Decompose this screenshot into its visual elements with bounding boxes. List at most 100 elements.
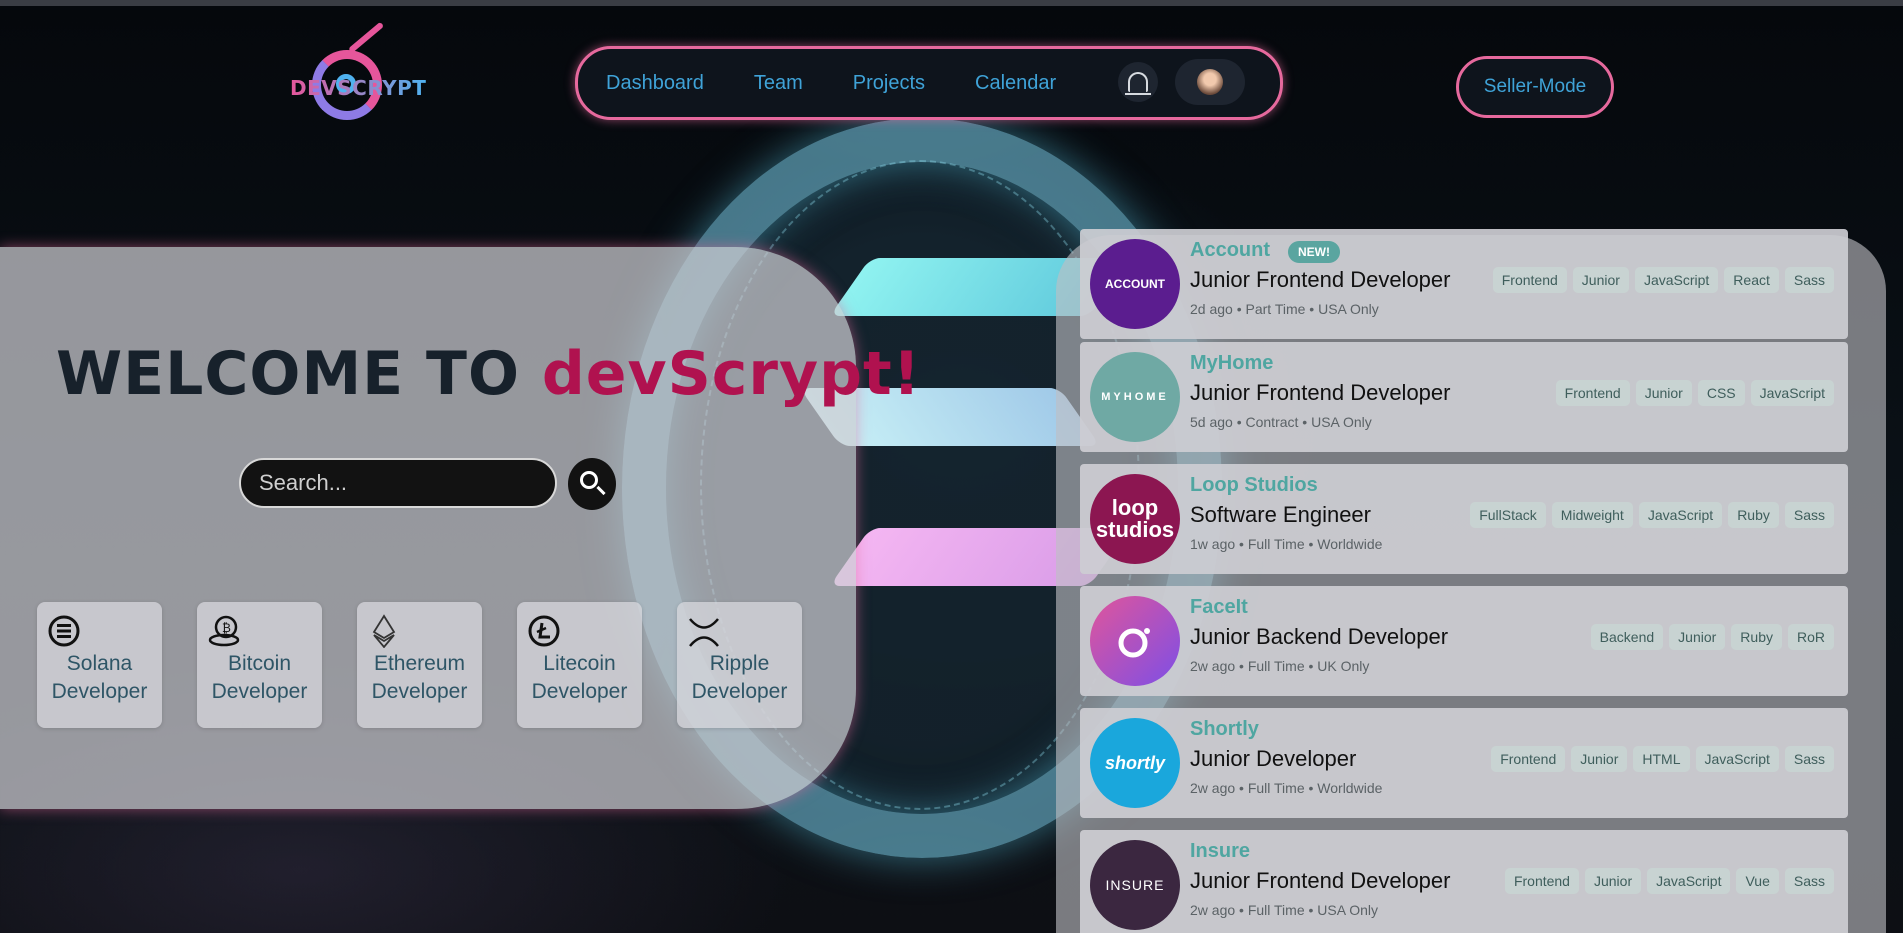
job-position[interactable]: Junior Developer: [1190, 746, 1356, 772]
tag[interactable]: Junior: [1669, 624, 1726, 650]
tag[interactable]: Sass: [1784, 868, 1834, 894]
job-card[interactable]: shortly Shortly Junior Developer 2w ago …: [1080, 708, 1848, 818]
category-solana[interactable]: Solana Developer: [37, 602, 162, 728]
tag[interactable]: Frontend: [1492, 267, 1567, 293]
tag[interactable]: CSS: [1697, 380, 1745, 406]
profile-button[interactable]: [1175, 59, 1245, 105]
bell-icon: [1125, 72, 1151, 95]
tag[interactable]: RoR: [1787, 624, 1834, 650]
hero-panel: WELCOME TO devScrypt! Solana Developer ₿ …: [0, 247, 920, 809]
category-line1: Ethereum: [373, 652, 466, 675]
tag[interactable]: Sass: [1784, 746, 1834, 772]
search-button[interactable]: [568, 458, 616, 510]
notifications-button[interactable]: [1118, 62, 1158, 102]
job-meta: 2d ago • Part Time • USA Only: [1190, 301, 1379, 317]
title-brand: devScrypt!: [541, 339, 922, 409]
tag[interactable]: Ruby: [1728, 502, 1779, 528]
new-badge: NEW!: [1288, 241, 1340, 263]
avatar: [1197, 69, 1223, 95]
main-nav: Dashboard Team Projects Calendar: [575, 46, 1283, 120]
company-name[interactable]: MyHome: [1190, 352, 1273, 375]
company-logo: INSURE: [1090, 840, 1180, 930]
title-prefix: WELCOME TO: [56, 339, 542, 409]
job-position[interactable]: Junior Backend Developer: [1190, 624, 1448, 650]
tag[interactable]: Midweight: [1551, 502, 1633, 528]
company-logo: ACCOUNT: [1090, 239, 1180, 329]
job-card[interactable]: ACCOUNT Account NEW! Junior Frontend Dev…: [1080, 229, 1848, 339]
faceit-logo-icon: [1118, 628, 1150, 658]
job-meta: 1w ago • Full Time • Worldwide: [1190, 536, 1383, 552]
solana-icon: [48, 615, 80, 647]
logo-text: DEVSCRYPT: [290, 76, 427, 100]
job-tags: Frontend Junior HTML JavaScript Sass: [1491, 746, 1834, 772]
job-tags: Frontend Junior JavaScript Vue Sass: [1504, 868, 1834, 894]
company-logo: shortly: [1090, 718, 1180, 808]
company-name[interactable]: Account: [1190, 239, 1270, 262]
tag[interactable]: JavaScript: [1750, 380, 1834, 406]
tag[interactable]: Sass: [1784, 267, 1834, 293]
tag[interactable]: Backend: [1590, 624, 1664, 650]
job-position[interactable]: Junior Frontend Developer: [1190, 380, 1450, 406]
tag[interactable]: Ruby: [1731, 624, 1782, 650]
job-card[interactable]: FaceIt Junior Backend Developer 2w ago •…: [1080, 586, 1848, 696]
tag[interactable]: Junior: [1571, 746, 1628, 772]
tag[interactable]: JavaScript: [1634, 267, 1719, 293]
search-icon-handle: [596, 485, 606, 496]
job-meta: 2w ago • Full Time • USA Only: [1190, 902, 1378, 918]
litecoin-icon: [528, 615, 560, 647]
tag[interactable]: Frontend: [1555, 380, 1630, 406]
page-title: WELCOME TO devScrypt!: [56, 339, 921, 409]
nav-projects[interactable]: Projects: [853, 72, 925, 95]
category-line1: Bitcoin: [227, 652, 292, 675]
category-bitcoin[interactable]: ₿ Bitcoin Developer: [197, 602, 322, 728]
job-card[interactable]: MYHOME MyHome Junior Frontend Developer …: [1080, 342, 1848, 452]
company-logo: MYHOME: [1090, 352, 1180, 442]
category-label: Solana Developer: [37, 650, 162, 706]
category-label: Ripple Developer: [677, 650, 802, 706]
category-line2: Developer: [691, 680, 788, 703]
company-name[interactable]: Shortly: [1190, 718, 1259, 741]
category-line1: Ripple: [709, 652, 770, 675]
brand-logo[interactable]: DEVSCRYPT: [290, 21, 426, 124]
nav-calendar[interactable]: Calendar: [975, 72, 1056, 95]
category-line2: Developer: [211, 680, 308, 703]
job-position[interactable]: Software Engineer: [1190, 502, 1371, 528]
tag[interactable]: Frontend: [1504, 868, 1579, 894]
company-logo: loop studios: [1090, 474, 1180, 564]
tag[interactable]: Vue: [1736, 868, 1779, 894]
search-input[interactable]: [239, 458, 557, 508]
nav-team[interactable]: Team: [754, 72, 803, 95]
company-name[interactable]: FaceIt: [1190, 596, 1248, 619]
tag[interactable]: HTML: [1633, 746, 1690, 772]
category-line1: Solana: [66, 652, 133, 675]
tag[interactable]: Junior: [1572, 267, 1629, 293]
nav-dashboard[interactable]: Dashboard: [606, 72, 704, 95]
tag[interactable]: FullStack: [1470, 502, 1546, 528]
company-name[interactable]: Insure: [1190, 840, 1250, 863]
tag[interactable]: Junior: [1584, 868, 1642, 894]
category-line1: Litecoin: [543, 652, 616, 675]
category-line2: Developer: [531, 680, 628, 703]
category-ripple[interactable]: Ripple Developer: [677, 602, 802, 728]
tag[interactable]: Frontend: [1491, 746, 1566, 772]
seller-mode-button[interactable]: Seller-Mode: [1456, 56, 1614, 118]
category-line2: Developer: [371, 680, 468, 703]
category-litecoin[interactable]: Litecoin Developer: [517, 602, 642, 728]
tag[interactable]: JavaScript: [1647, 868, 1731, 894]
bitcoin-icon: ₿: [208, 615, 240, 647]
category-ethereum[interactable]: Ethereum Developer: [357, 602, 482, 728]
tag[interactable]: JavaScript: [1638, 502, 1723, 528]
tag[interactable]: Sass: [1784, 502, 1834, 528]
job-meta: 2w ago • Full Time • UK Only: [1190, 658, 1370, 674]
category-label: Litecoin Developer: [517, 650, 642, 706]
job-position[interactable]: Junior Frontend Developer: [1190, 868, 1450, 894]
company-name[interactable]: Loop Studios: [1190, 474, 1318, 497]
company-logo: [1090, 596, 1180, 686]
tag[interactable]: React: [1724, 267, 1779, 293]
job-card[interactable]: INSURE Insure Junior Frontend Developer …: [1080, 830, 1848, 933]
job-position[interactable]: Junior Frontend Developer: [1190, 267, 1450, 293]
category-label: Ethereum Developer: [357, 650, 482, 706]
tag[interactable]: Junior: [1635, 380, 1692, 406]
tag[interactable]: JavaScript: [1695, 746, 1779, 772]
job-card[interactable]: loop studios Loop Studios Software Engin…: [1080, 464, 1848, 574]
